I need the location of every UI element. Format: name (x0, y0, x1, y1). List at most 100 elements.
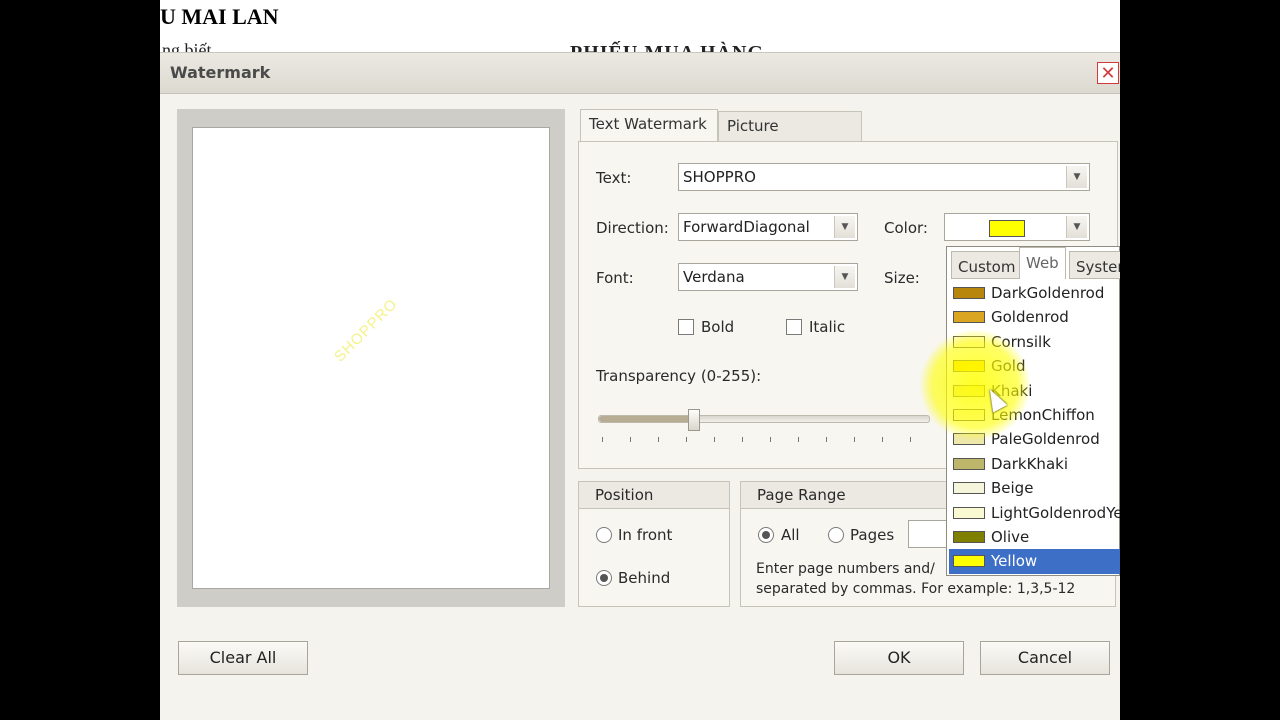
color-label: Color: (884, 219, 928, 237)
in-front-radio[interactable] (596, 527, 612, 543)
color-swatch-icon (953, 530, 985, 543)
slider-tick (714, 437, 715, 442)
color-swatch-icon (953, 408, 985, 421)
color-list-item[interactable]: Olive (949, 525, 1120, 549)
color-swatch-icon (953, 311, 985, 324)
color-name: Beige (991, 479, 1034, 498)
color-list: DarkGoldenrod Goldenrod Cornsilk Gold Khaki L… (949, 281, 1120, 574)
chevron-down-icon[interactable]: ▼ (834, 266, 855, 288)
color-list-item[interactable]: Yellow (949, 549, 1120, 574)
font-combo[interactable]: Verdana ▼ (678, 263, 858, 291)
popup-tab-system[interactable]: System (1069, 251, 1120, 279)
color-list-item[interactable]: DarkKhaki (949, 452, 1120, 476)
color-swatch-icon (953, 384, 985, 397)
chevron-down-icon[interactable]: ▼ (1066, 216, 1087, 238)
color-swatch-icon (953, 360, 985, 373)
color-name: DarkGoldenrod (991, 284, 1105, 302)
color-swatch-icon (953, 335, 985, 348)
clear-all-button[interactable]: Clear All (178, 641, 308, 675)
color-list-item[interactable]: LightGoldenrodYellow (949, 501, 1120, 525)
cancel-button[interactable]: Cancel (980, 641, 1110, 675)
chevron-down-icon[interactable]: ▼ (1066, 166, 1087, 188)
color-swatch-icon (953, 457, 985, 470)
slider-tick (630, 437, 631, 442)
popup-tab-web[interactable]: Web (1019, 247, 1066, 279)
slider-tick (770, 437, 771, 442)
font-label: Font: (596, 269, 634, 287)
transparency-label: Transparency (0-255): (596, 367, 762, 385)
color-list-item[interactable]: PaleGoldenrod (949, 427, 1120, 451)
slider-tick (854, 437, 855, 442)
direction-value: ForwardDiagonal (683, 218, 810, 236)
color-swatch-icon (953, 482, 985, 495)
ok-button[interactable]: OK (834, 641, 964, 675)
slider-tick (658, 437, 659, 442)
position-title: Position (579, 482, 729, 509)
preview-page: SHOPPRO (192, 127, 550, 589)
tab-picture-watermark[interactable]: Picture Watermark (718, 111, 862, 163)
color-name: LightGoldenrodYellow (991, 503, 1120, 522)
pages-radio[interactable] (828, 527, 844, 543)
tab-text-watermark[interactable]: Text Watermark (580, 109, 718, 143)
color-swatch-icon (953, 555, 985, 568)
color-name: DarkKhaki (991, 454, 1068, 473)
transparency-slider[interactable] (598, 415, 930, 423)
in-front-label: In front (618, 526, 673, 544)
all-label: All (781, 526, 800, 544)
screen: U MAI LAN ng biết PHIẾU MUA HÀNG Waterma… (160, 0, 1120, 720)
popup-tab-custom[interactable]: Custom (951, 251, 1023, 279)
watermark-preview: SHOPPRO (177, 109, 565, 607)
slider-tick (882, 437, 883, 442)
all-radio[interactable] (758, 527, 774, 543)
color-swatch (989, 220, 1025, 237)
slider-fill (599, 416, 698, 422)
slider-thumb[interactable] (688, 409, 700, 431)
text-label: Text: (596, 169, 632, 187)
text-value: SHOPPRO (683, 168, 756, 186)
page-range-hint-2: separated by commas. For example: 1,3,5-… (756, 581, 1076, 597)
dialog-titlebar[interactable]: Watermark ✕ (160, 53, 1120, 94)
document-title: U MAI LAN (160, 4, 279, 29)
background-document: U MAI LAN ng biết PHIẾU MUA HÀNG (160, 0, 1120, 64)
slider-tick (826, 437, 827, 442)
color-list-item[interactable]: Goldenrod (949, 305, 1120, 329)
slider-tick (602, 437, 603, 442)
close-icon[interactable]: ✕ (1097, 62, 1119, 84)
direction-label: Direction: (596, 219, 669, 237)
color-list-item[interactable]: LemonChiffon (949, 403, 1120, 427)
text-combo[interactable]: SHOPPRO ▼ (678, 163, 1090, 191)
color-name: Goldenrod (991, 308, 1069, 327)
bold-label: Bold (701, 318, 735, 336)
color-list-item[interactable]: Beige (949, 476, 1120, 500)
size-label: Size: (884, 269, 920, 287)
color-swatch-icon (953, 287, 985, 299)
slider-tick (686, 437, 687, 442)
color-name: Yellow (991, 552, 1038, 571)
color-list-item[interactable]: Khaki (949, 379, 1120, 403)
slider-tick (742, 437, 743, 442)
color-list-item[interactable]: Cornsilk (949, 330, 1120, 354)
direction-combo[interactable]: ForwardDiagonal ▼ (678, 213, 858, 241)
color-list-item[interactable]: Gold (949, 354, 1120, 378)
color-list-item[interactable]: DarkGoldenrod (949, 281, 1120, 305)
behind-radio[interactable] (596, 570, 612, 586)
color-swatch-icon (953, 506, 985, 519)
bold-checkbox[interactable] (678, 319, 694, 335)
color-name: LemonChiffon (991, 405, 1095, 424)
color-combo[interactable]: ▼ (944, 213, 1090, 241)
font-value: Verdana (683, 268, 745, 286)
page-range-hint-1: Enter page numbers and/ (756, 561, 935, 577)
dialog-title: Watermark (170, 63, 271, 82)
color-name: Gold (991, 357, 1026, 376)
color-name: Cornsilk (991, 332, 1051, 351)
preview-watermark-text: SHOPPRO (331, 295, 402, 366)
behind-label: Behind (618, 569, 671, 587)
pages-label: Pages (850, 526, 895, 544)
color-swatch-icon (953, 433, 985, 446)
color-name: PaleGoldenrod (991, 430, 1100, 449)
color-name: Olive (991, 527, 1030, 546)
slider-tick (798, 437, 799, 442)
italic-checkbox[interactable] (786, 319, 802, 335)
chevron-down-icon[interactable]: ▼ (834, 216, 855, 238)
pages-input[interactable] (908, 520, 950, 548)
